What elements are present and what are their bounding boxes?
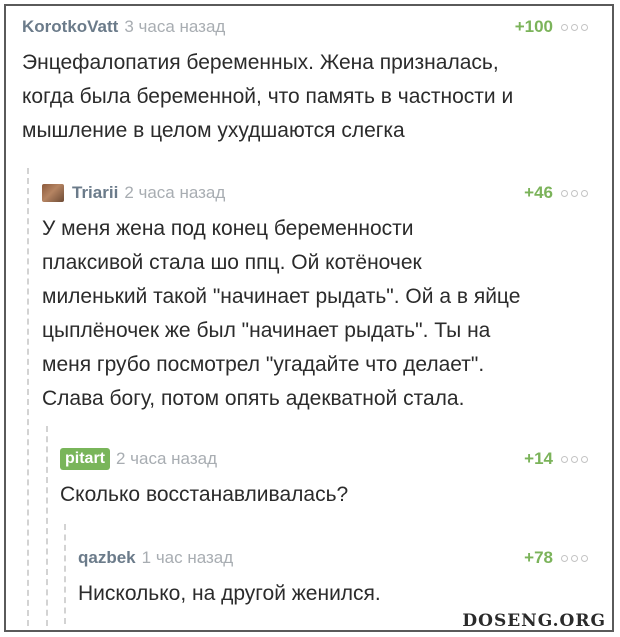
more-options-icon[interactable]: [561, 23, 588, 31]
comment-1: KorotkoVatt 3 часа назад +100 Энцефалопа…: [22, 14, 588, 148]
comment-time[interactable]: 2 часа назад: [116, 449, 217, 469]
thread-branch-line[interactable]: [64, 524, 66, 624]
comment-time[interactable]: 3 часа назад: [124, 17, 225, 37]
comment-meta: KorotkoVatt 3 часа назад +100: [22, 14, 588, 40]
comment-author[interactable]: pitart: [60, 448, 110, 470]
comment-text: У меня жена под конец беременности плакс…: [42, 217, 521, 410]
comment-meta: Triarii 2 часа назад +46: [42, 180, 588, 206]
comment-meta: pitart 2 часа назад +14: [60, 446, 588, 472]
comment-text: Нисколько, на другой женился.: [78, 582, 381, 605]
watermark: DOSENG.ORG: [462, 611, 606, 631]
comment-author[interactable]: KorotkoVatt: [22, 17, 118, 37]
comment-text: Сколько восстанавливалась?: [60, 483, 349, 506]
comment-rating: +46: [524, 183, 553, 202]
comment-author[interactable]: qazbek: [78, 548, 136, 568]
comment-text: Энцефалопатия беременных. Жена призналас…: [22, 51, 514, 142]
comment-meta: qazbek 1 час назад +78: [78, 545, 588, 571]
comment-author[interactable]: Triarii: [72, 183, 118, 203]
thread-branch-line[interactable]: [27, 168, 29, 626]
more-options-icon[interactable]: [561, 554, 588, 562]
comment-rating: +14: [524, 449, 553, 468]
comment-rating: +100: [514, 17, 553, 36]
comment-time[interactable]: 1 час назад: [142, 548, 234, 568]
comment-time[interactable]: 2 часа назад: [124, 183, 225, 203]
more-options-icon[interactable]: [561, 189, 588, 197]
comment-4: qazbek 1 час назад +78 Нисколько, на дру…: [78, 545, 588, 611]
thread-branch-line[interactable]: [46, 426, 48, 626]
more-options-icon[interactable]: [561, 455, 588, 463]
comment-2: Triarii 2 часа назад +46 У меня жена под…: [42, 180, 588, 416]
avatar[interactable]: [42, 184, 64, 202]
comment-3: pitart 2 часа назад +14 Сколько восстана…: [60, 446, 588, 512]
comment-rating: +78: [524, 548, 553, 567]
